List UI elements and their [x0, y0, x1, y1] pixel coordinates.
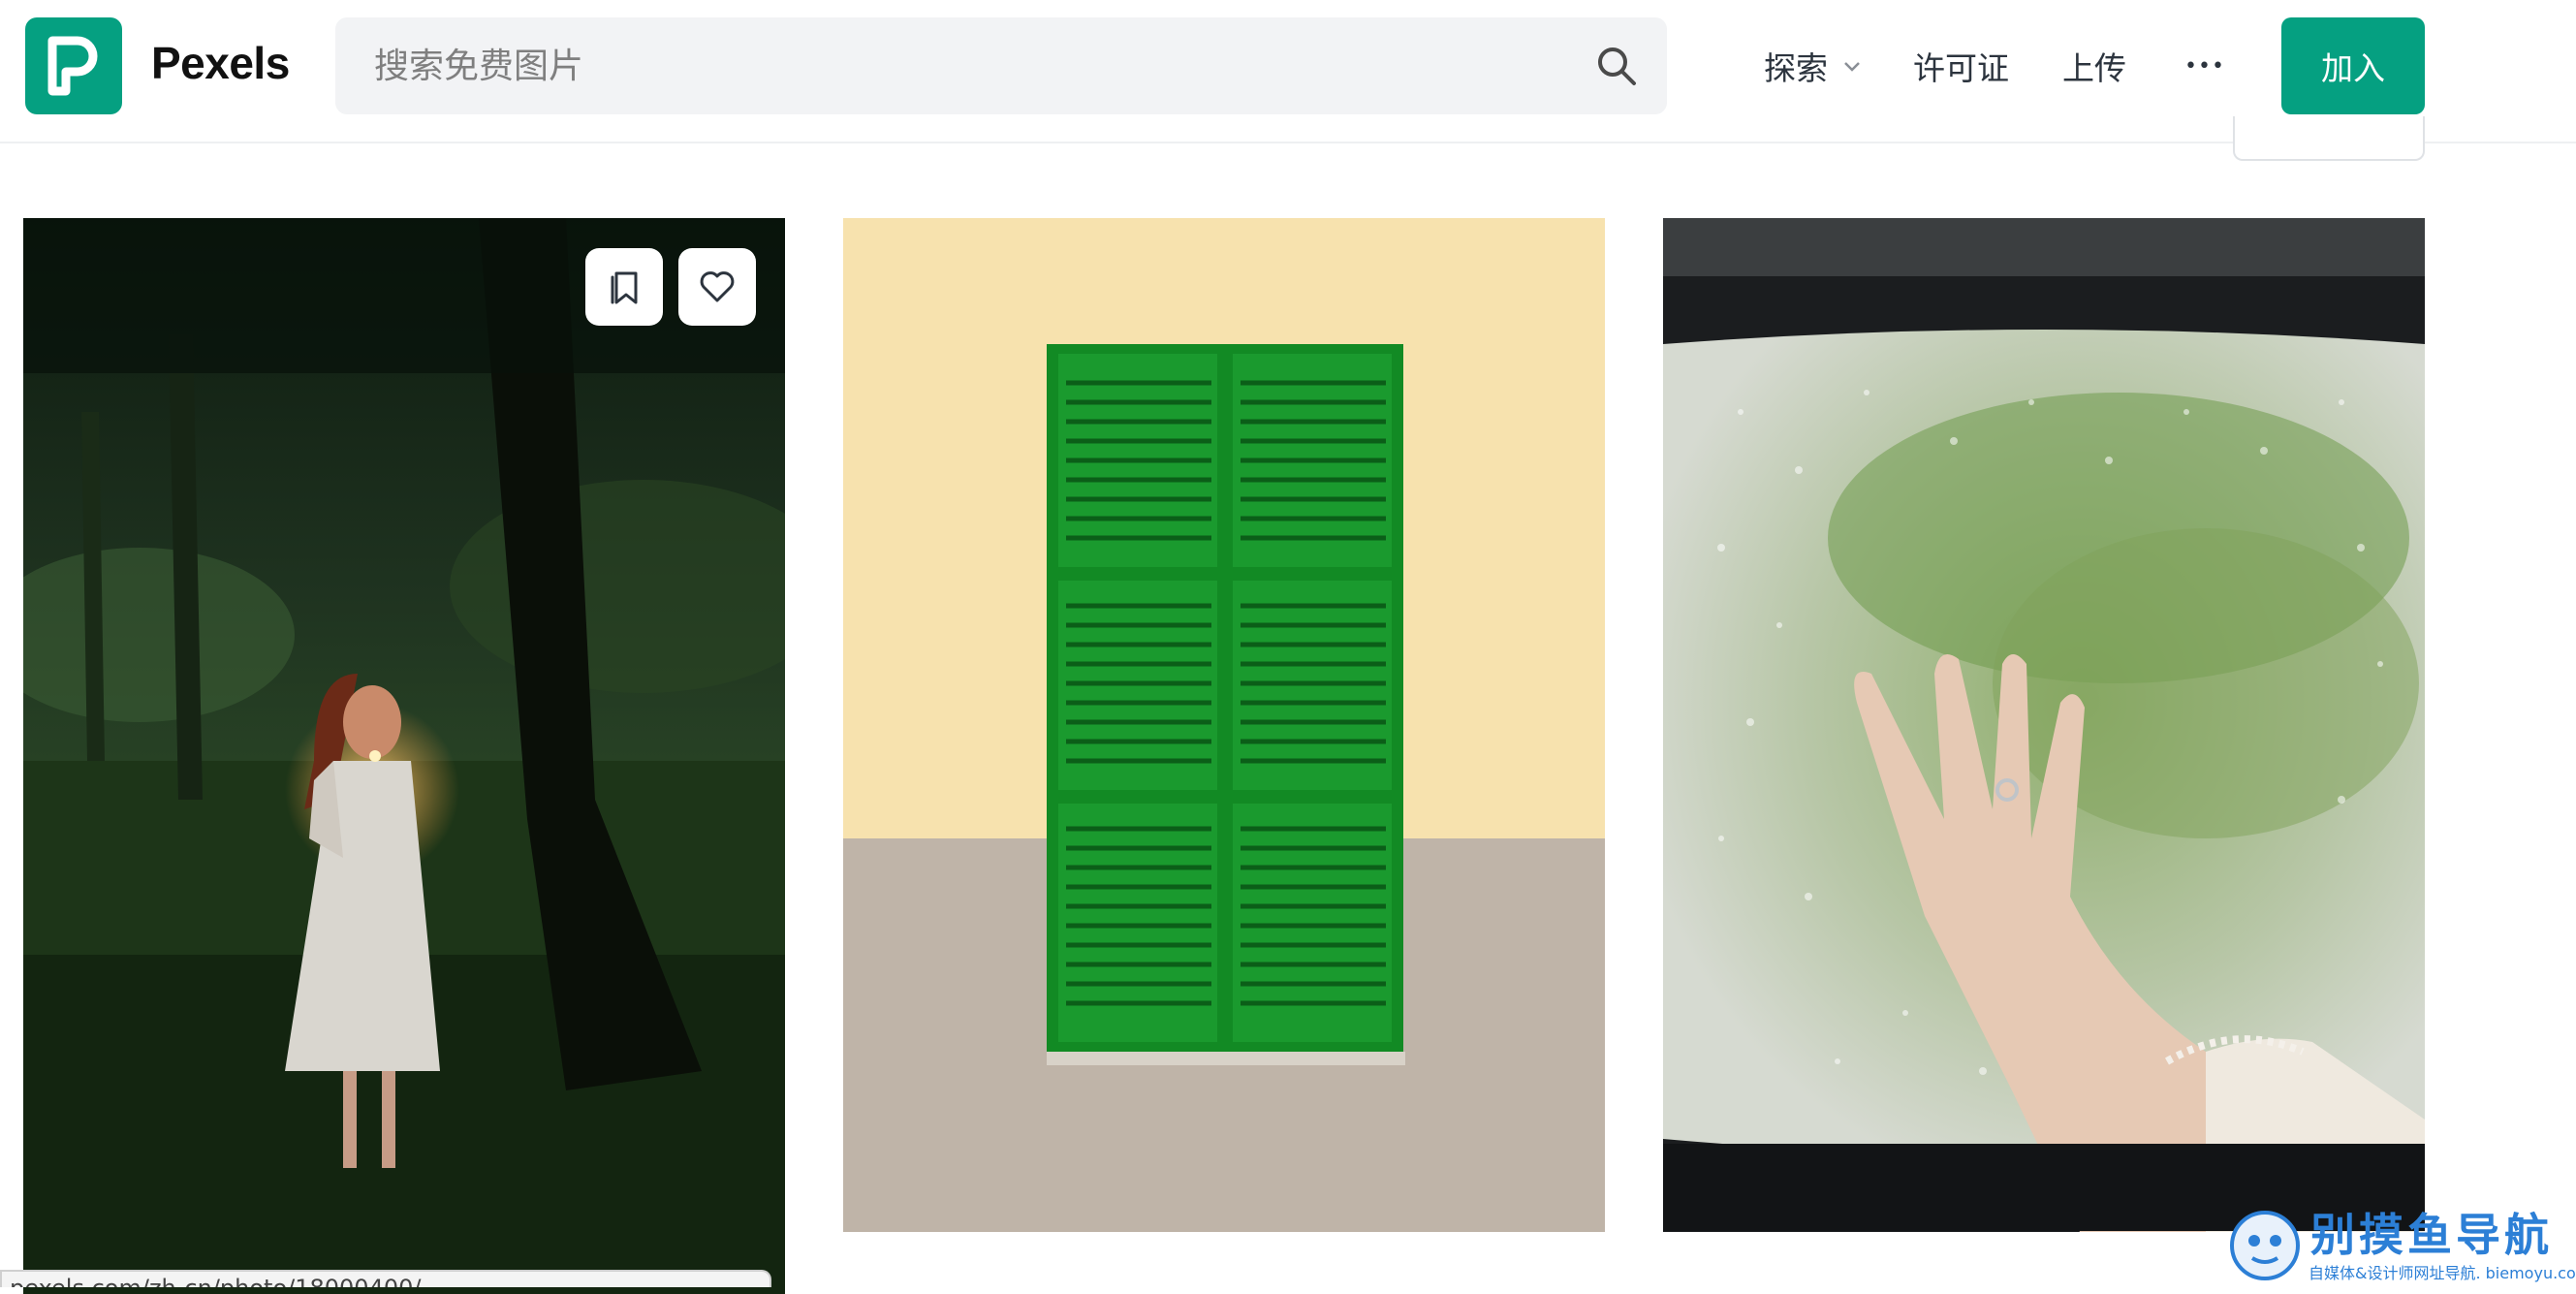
photo-green-shutters	[843, 218, 1605, 1232]
watermark-title: 别摸鱼导航	[2310, 1209, 2553, 1261]
pexels-logo-icon	[47, 36, 98, 96]
watermark-subtitle: 自媒体&设计师网址导航. biemoyu.com	[2309, 1264, 2576, 1282]
photo-card-forest-candle[interactable]	[23, 218, 785, 1294]
filter-dropdown[interactable]	[2233, 116, 2425, 161]
join-button[interactable]: 加入	[2281, 17, 2425, 114]
more-menu-button[interactable]: •••	[2184, 17, 2225, 114]
brand-name[interactable]: Pexels	[151, 37, 290, 89]
photo-forest-candle	[23, 218, 785, 1294]
nav-upload-label: 上传	[2062, 49, 2126, 87]
collect-button[interactable]	[585, 248, 663, 326]
link-preview-status: pexels.com/zh-cn/photo/18000400/	[0, 1270, 771, 1287]
photo-card-green-shutters[interactable]	[843, 218, 1605, 1232]
chevron-down-icon	[1844, 62, 1860, 72]
watermark: 别摸鱼导航 自媒体&设计师网址导航. biemoyu.com	[2225, 1200, 2576, 1287]
more-dots-icon: •••	[2184, 53, 2225, 79]
nav-explore-label: 探索	[1764, 49, 1828, 87]
nav-upload[interactable]: 上传	[2062, 17, 2126, 114]
search-bar[interactable]	[335, 17, 1667, 114]
photo-card-rainy-window[interactable]	[1663, 218, 2425, 1232]
nav-license[interactable]: 许可证	[1913, 17, 2009, 114]
nav-explore[interactable]: 探索	[1764, 17, 1863, 114]
search-icon[interactable]	[1595, 45, 1638, 87]
search-input[interactable]	[374, 17, 1537, 114]
pexels-logo[interactable]	[25, 17, 122, 114]
bookmark-icon	[611, 271, 638, 304]
heart-icon	[700, 271, 735, 302]
nav-license-label: 许可证	[1913, 49, 2009, 87]
photo-rainy-window	[1663, 218, 2425, 1232]
like-button[interactable]	[678, 248, 756, 326]
top-header: Pexels 探索 许可证 上传 ••• 加入	[0, 0, 2576, 143]
watermark-logo-icon	[2230, 1211, 2300, 1280]
